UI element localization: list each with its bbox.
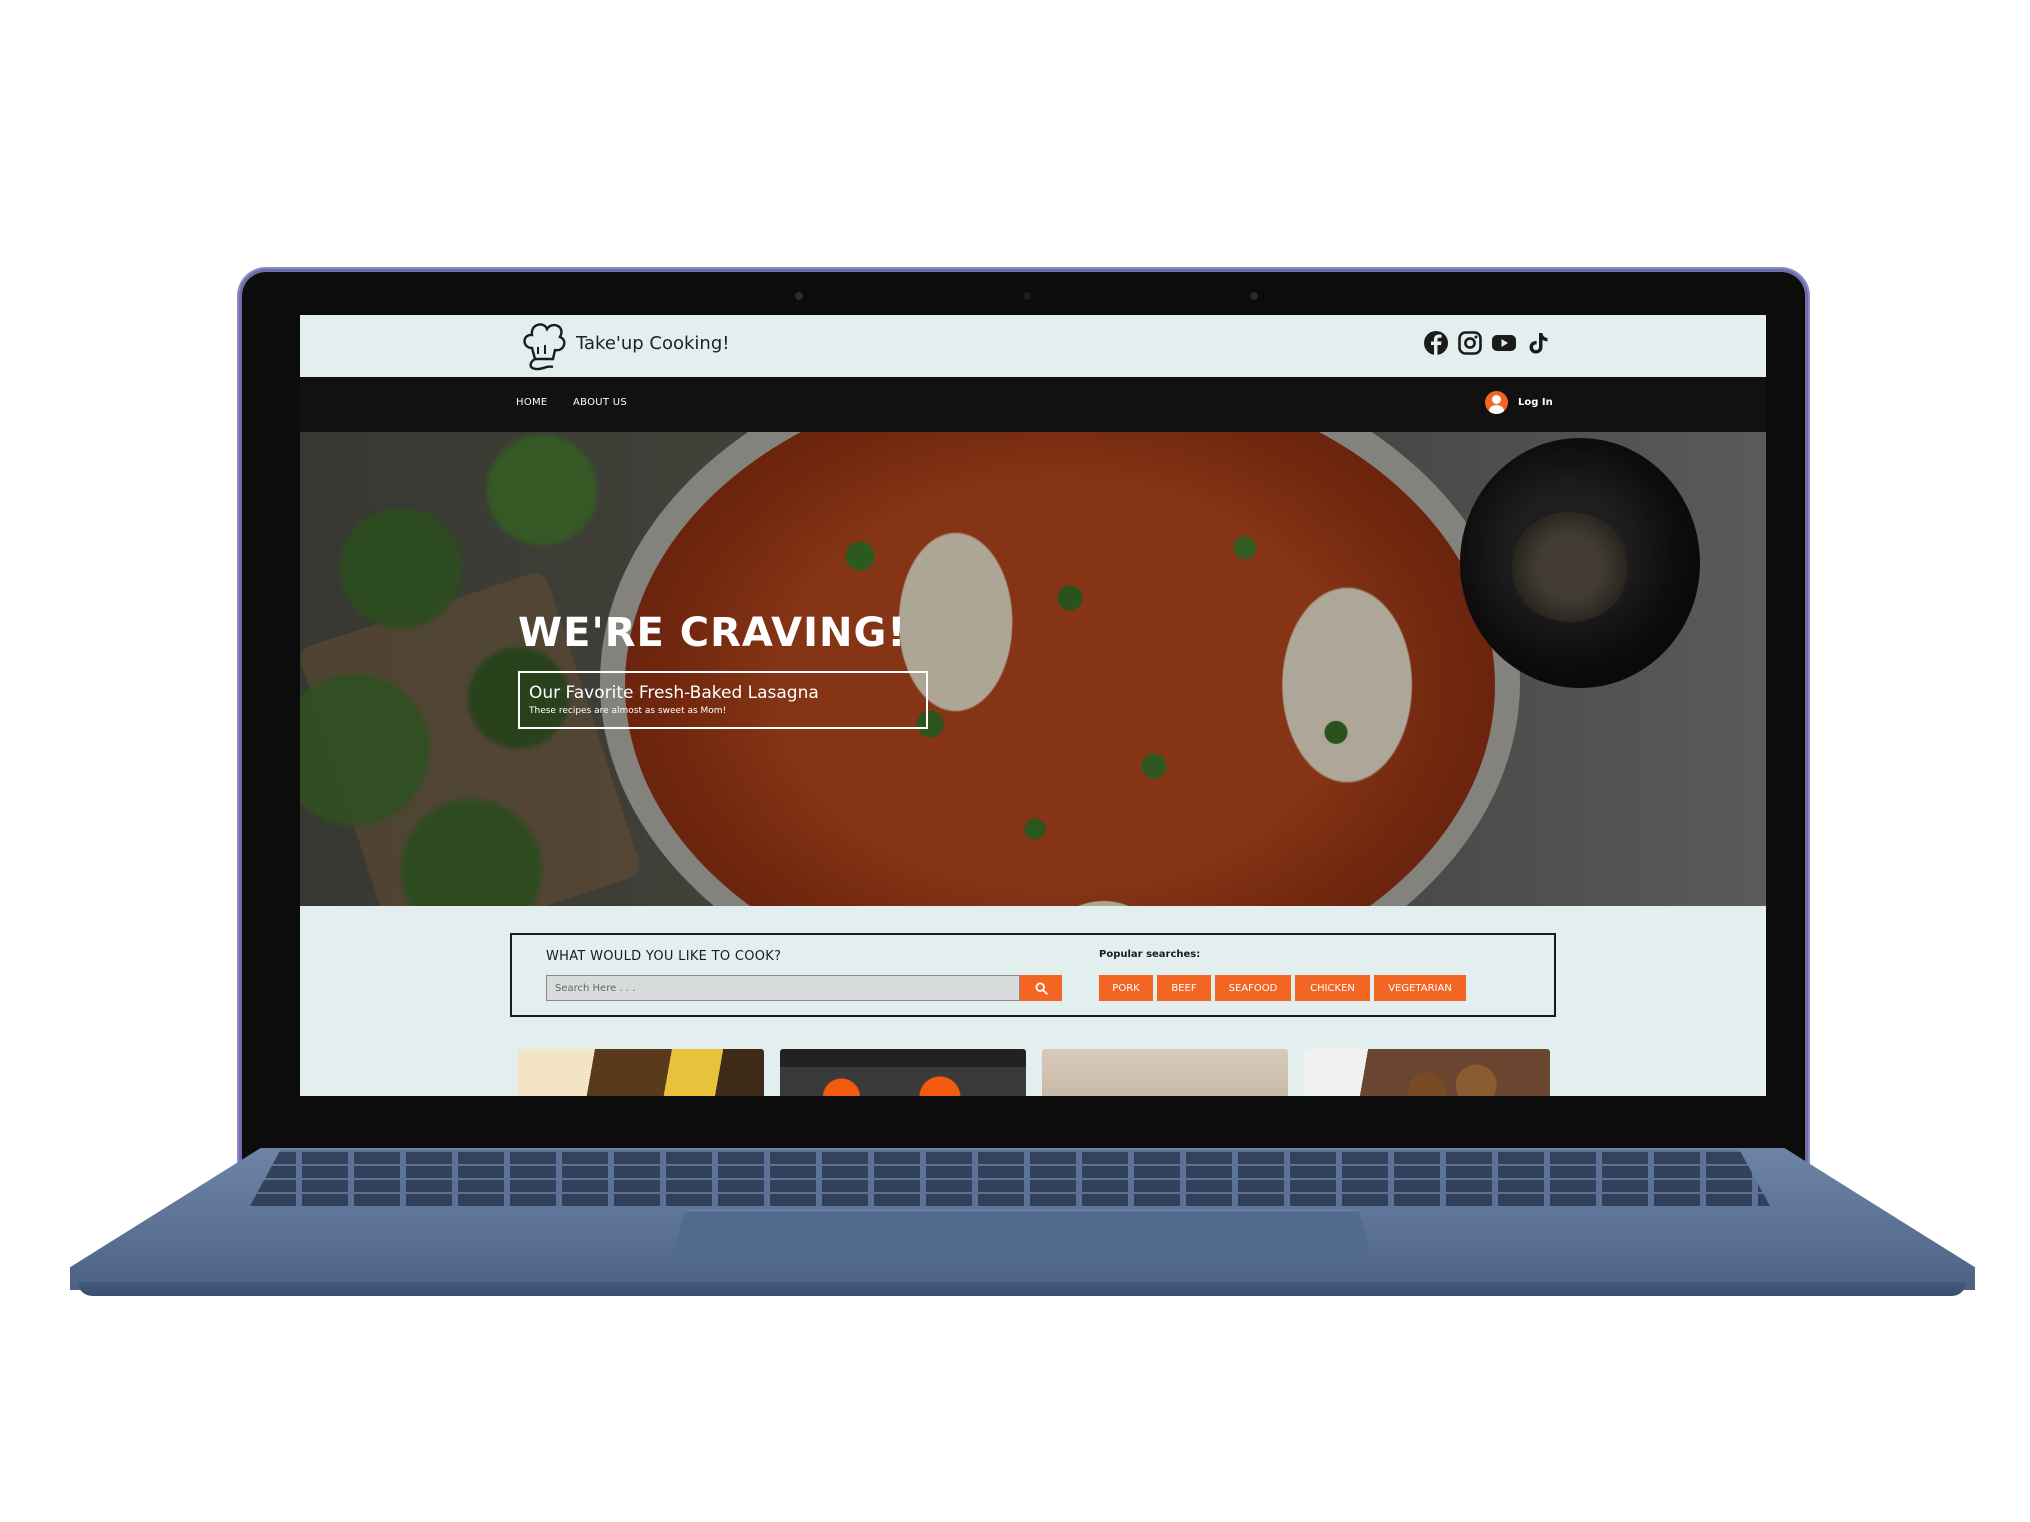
search-question: WHAT WOULD YOU LIKE TO COOK? — [546, 949, 782, 964]
youtube-icon[interactable] — [1491, 330, 1517, 356]
laptop-keyboard — [250, 1150, 1770, 1206]
brand-name[interactable]: Take'up Cooking! — [576, 333, 729, 354]
recipe-card-image[interactable] — [780, 1049, 1026, 1096]
tag-chicken-button[interactable]: CHICKEN — [1295, 975, 1370, 1001]
instagram-icon[interactable] — [1457, 330, 1483, 356]
popular-search-tags: PORK BEEF SEAFOOD CHICKEN VEGETARIAN — [1099, 975, 1466, 1001]
featured-recipe-title: Our Favorite Fresh-Baked Lasagna — [529, 683, 819, 703]
site-header: Take'up Cooking! — [300, 315, 1766, 377]
login-label: Log In — [1518, 397, 1553, 408]
laptop-base-edge — [78, 1282, 1966, 1296]
chef-hat-logo-icon[interactable] — [520, 318, 566, 374]
tiktok-icon[interactable] — [1525, 330, 1551, 356]
recipe-card-image[interactable] — [1304, 1049, 1550, 1096]
laptop-touchpad — [672, 1210, 1372, 1256]
tag-seafood-button[interactable]: SEAFOOD — [1215, 975, 1291, 1001]
search-panel: WHAT WOULD YOU LIKE TO COOK? Popular sea… — [510, 933, 1556, 1017]
camera-dot — [1023, 292, 1031, 300]
hero-overlay — [300, 432, 1766, 906]
search-icon — [1034, 981, 1048, 995]
recipe-card-image[interactable] — [1042, 1049, 1288, 1096]
browser-screen: Take'up Cooking! HOME ABOUT US Log In WE… — [300, 315, 1766, 1096]
facebook-icon[interactable] — [1423, 330, 1449, 356]
recipe-card-image[interactable] — [518, 1049, 764, 1096]
tag-beef-button[interactable]: BEEF — [1157, 975, 1211, 1001]
tag-vegetarian-button[interactable]: VEGETARIAN — [1374, 975, 1466, 1001]
main-navbar: HOME ABOUT US Log In — [300, 377, 1766, 432]
search-button[interactable] — [1020, 975, 1062, 1001]
sensor-dot — [1250, 292, 1258, 300]
sensor-dot — [795, 292, 803, 300]
featured-recipe-subtitle: These recipes are almost as sweet as Mom… — [529, 706, 727, 716]
user-circle-icon — [1485, 391, 1508, 414]
social-links — [1423, 330, 1551, 356]
hero-title: WE'RE CRAVING! — [518, 610, 907, 656]
login-button[interactable]: Log In — [1485, 391, 1553, 414]
nav-home-link[interactable]: HOME — [516, 397, 548, 408]
nav-about-link[interactable]: ABOUT US — [573, 397, 627, 408]
popular-searches-label: Popular searches: — [1099, 949, 1201, 960]
featured-recipe-box[interactable]: Our Favorite Fresh-Baked Lasagna These r… — [518, 671, 928, 729]
hero-banner: WE'RE CRAVING! Our Favorite Fresh-Baked … — [300, 432, 1766, 906]
search-input[interactable] — [546, 975, 1020, 1001]
tag-pork-button[interactable]: PORK — [1099, 975, 1153, 1001]
